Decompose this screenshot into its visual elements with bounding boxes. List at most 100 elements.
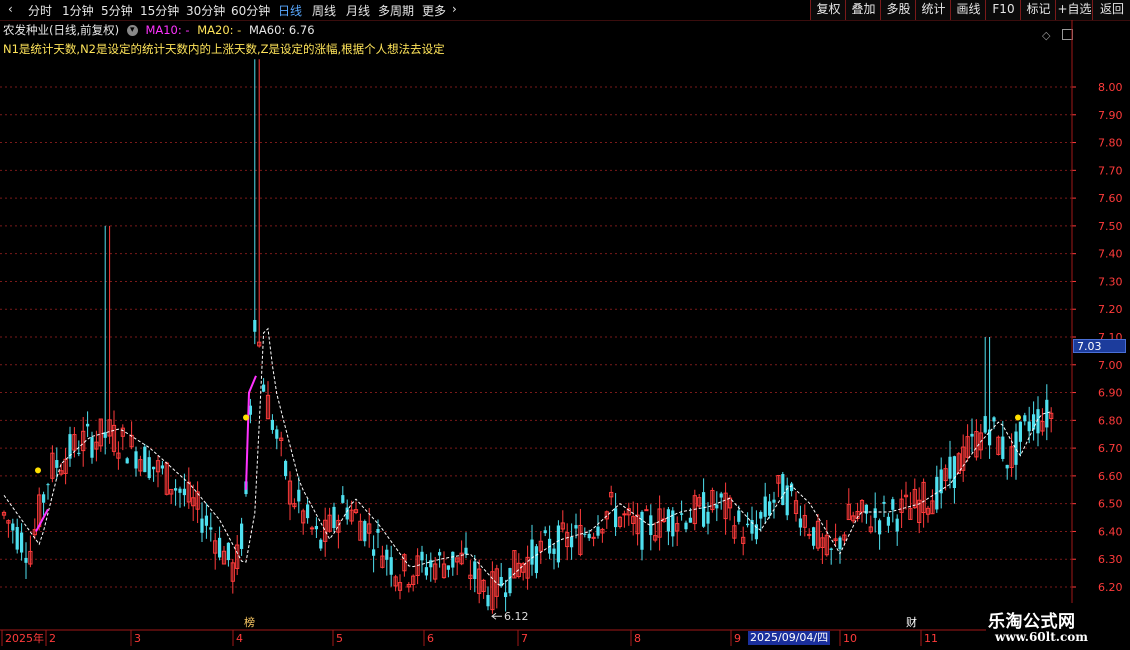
- candle-body: [275, 429, 279, 439]
- candle-body: [389, 557, 393, 575]
- candle-body: [504, 592, 508, 598]
- price-tick-label: 6.70: [1098, 442, 1123, 455]
- time-label: 2: [49, 632, 56, 645]
- candle-body: [988, 429, 992, 446]
- price-tick-label: 7.50: [1098, 220, 1123, 233]
- price-tick-label: 6.80: [1098, 414, 1123, 427]
- candle-body: [587, 533, 591, 539]
- candle-body: [46, 484, 50, 486]
- time-label: 7: [521, 632, 528, 645]
- candle-body: [552, 548, 556, 554]
- candle-body: [143, 446, 147, 473]
- candle-body: [737, 510, 741, 522]
- time-label: 11: [924, 632, 938, 645]
- candle-body: [715, 504, 719, 509]
- selected-date-box: 2025/09/04/四: [748, 631, 831, 645]
- candle-body: [420, 551, 424, 561]
- candle-body: [948, 456, 952, 479]
- candle-body: [807, 533, 812, 536]
- candle-body: [1023, 415, 1027, 422]
- candle-body: [86, 423, 90, 427]
- candle-body: [372, 549, 376, 556]
- candle-body: [306, 504, 310, 519]
- candle-body: [240, 523, 244, 549]
- candle-body: [451, 551, 455, 568]
- candle-body: [684, 522, 688, 530]
- candle-body: [438, 552, 442, 556]
- price-tick-label: 8.00: [1098, 81, 1123, 94]
- price-tick-label: 6.50: [1098, 498, 1123, 511]
- candle-body: [1018, 421, 1022, 442]
- price-tick-label: 6.30: [1098, 553, 1123, 566]
- candle-body: [895, 518, 899, 532]
- candle-body: [473, 561, 477, 580]
- time-label: 4: [236, 632, 243, 645]
- candle-body: [746, 523, 750, 526]
- candlestick-chart[interactable]: 8.007.907.807.707.607.507.407.307.207.10…: [0, 0, 1130, 650]
- price-tick-label: 6.60: [1098, 470, 1123, 483]
- candle-body: [534, 546, 538, 574]
- candle-body: [20, 532, 24, 553]
- candle-body: [680, 513, 684, 515]
- candle-body: [983, 416, 987, 433]
- candle-body: [838, 537, 842, 550]
- time-label: 10: [843, 632, 857, 645]
- candle-body: [376, 529, 380, 533]
- candle-body: [1001, 436, 1005, 459]
- candle-body: [763, 496, 767, 517]
- price-tick-label: 7.20: [1098, 303, 1123, 316]
- candle-body: [688, 517, 692, 523]
- candle-body: [719, 493, 723, 498]
- price-tick-label: 7.90: [1098, 109, 1123, 122]
- candle-body: [77, 452, 81, 454]
- candle-body: [15, 526, 19, 550]
- candle-body: [297, 489, 301, 502]
- signal-dot: [243, 414, 249, 421]
- candle-body: [446, 565, 450, 570]
- time-label: 2025年: [5, 631, 44, 645]
- time-label: 5: [336, 632, 343, 645]
- watermark-url: www.60lt.com: [995, 630, 1088, 644]
- candle-body: [644, 509, 649, 512]
- candle-body: [209, 527, 213, 530]
- candle-body: [781, 474, 785, 506]
- candle-body: [574, 525, 578, 529]
- candle-body: [11, 523, 15, 531]
- candle-body: [178, 488, 182, 493]
- low-marker-arrow: [491, 612, 502, 620]
- candle-body: [596, 526, 600, 536]
- signal-dot: [35, 467, 41, 474]
- candle-body: [829, 548, 833, 550]
- price-tick-label: 7.30: [1098, 275, 1123, 288]
- candle-body: [134, 451, 138, 469]
- candle-body: [1027, 421, 1031, 432]
- candle-body: [262, 384, 266, 392]
- candle-body: [1045, 399, 1049, 428]
- candle-body: [270, 419, 274, 430]
- candle-body: [640, 511, 644, 550]
- time-label: 9: [734, 632, 741, 645]
- candle-body: [55, 460, 59, 468]
- candle-body: [253, 319, 257, 332]
- candle-body: [671, 510, 675, 537]
- signal-dot: [1015, 414, 1021, 421]
- candle-body: [622, 513, 627, 516]
- candle-body: [363, 521, 367, 542]
- candle-body: [147, 457, 151, 479]
- candle-body: [530, 539, 534, 565]
- candle-body: [952, 456, 956, 489]
- candle-body: [24, 557, 28, 563]
- candle-body: [160, 465, 164, 469]
- price-tick-label: 7.70: [1098, 164, 1123, 177]
- candle-body: [508, 568, 512, 594]
- candle-body: [570, 536, 574, 548]
- price-tick-label: 7.00: [1098, 359, 1123, 372]
- candle-body: [759, 512, 763, 519]
- candle-body: [790, 483, 794, 492]
- candle-body: [882, 501, 886, 504]
- candle-body: [218, 537, 222, 558]
- candle-body: [284, 460, 288, 477]
- candle-body: [424, 567, 428, 576]
- candle-body: [768, 501, 772, 516]
- time-label: 6: [427, 632, 434, 645]
